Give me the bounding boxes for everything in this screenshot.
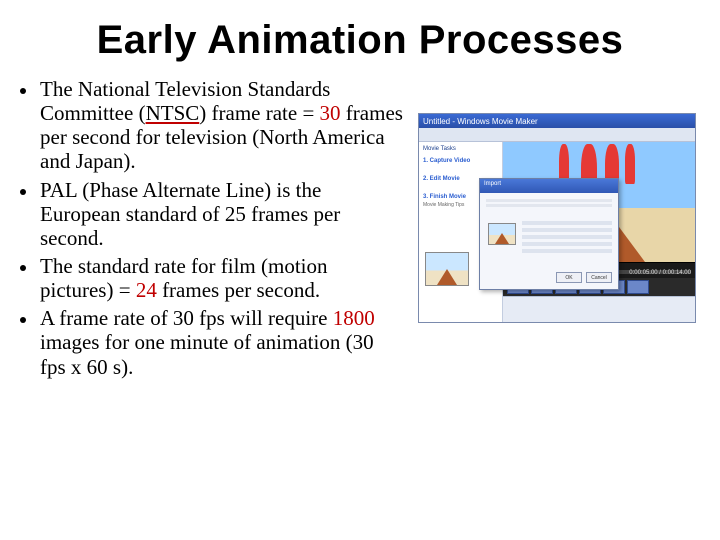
timecode: 0:00:05.00 / 0:00:14.00 [629,270,691,276]
slide-title: Early Animation Processes [24,18,696,63]
app-toolbar [419,128,695,142]
dialog-title: Import [480,179,618,193]
bullet-item: The National Television Standards Commit… [38,77,404,174]
bullet-item: A frame rate of 30 fps will require 1800… [38,306,404,378]
bullet-item: PAL (Phase Alternate Line) is the Europe… [38,178,404,250]
status-bar [503,296,695,322]
bullet-list: The National Television Standards Commit… [24,77,404,383]
ok-button: OK [556,272,582,283]
app-titlebar: Untitled - Windows Movie Maker [419,114,695,128]
cancel-button: Cancel [586,272,612,283]
dialog-thumb [488,223,516,245]
collection-thumb [425,252,469,286]
bullet-item: The standard rate for film (motion pictu… [38,254,404,302]
software-screenshot: Untitled - Windows Movie Maker Movie Tas… [418,113,696,323]
modal-dialog: Import OK Cancel [479,178,619,290]
